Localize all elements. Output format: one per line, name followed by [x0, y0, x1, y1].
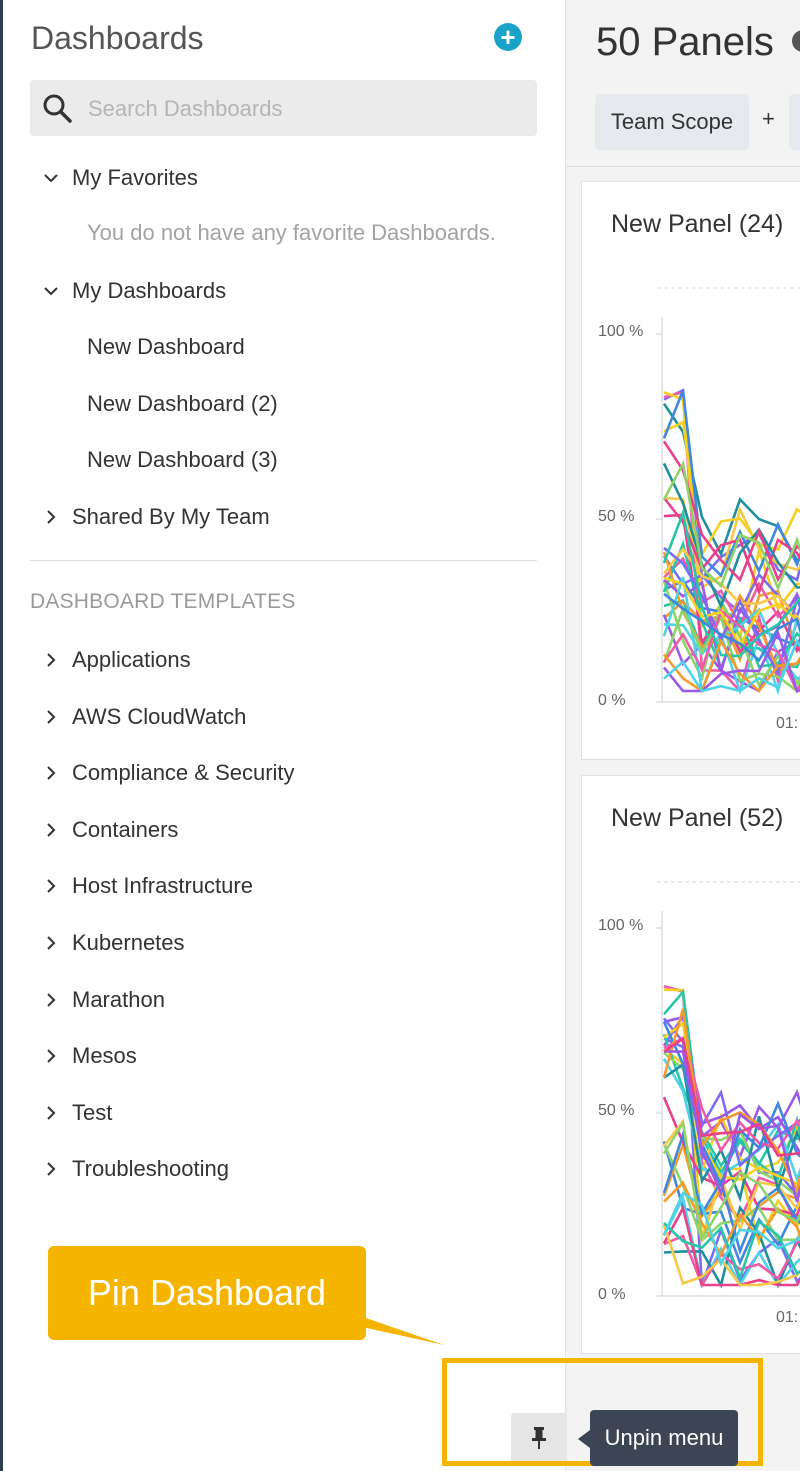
template-label: Compliance & Security [72, 760, 295, 786]
chevron-right-icon [47, 510, 56, 524]
template-label: Test [72, 1099, 113, 1125]
tree-label: Shared By My Team [72, 504, 270, 529]
dashboard-item[interactable]: New Dashboard (2) [87, 391, 278, 417]
unpin-menu-tooltip: Unpin menu [590, 1410, 738, 1466]
y-tick-label: 0 % [598, 692, 626, 709]
search-input[interactable] [86, 90, 520, 128]
y-tick-label: 100 % [598, 917, 644, 934]
pin-dashboard-callout: Pin Dashboard [48, 1246, 366, 1340]
y-tick-label: 50 % [598, 1102, 635, 1119]
tree-label: My Favorites [72, 165, 198, 190]
template-label: Marathon [72, 986, 165, 1012]
panel-card[interactable]: New Panel (24) 100 % 50 % 0 % 01: [581, 181, 800, 760]
template-label: Kubernetes [72, 930, 185, 955]
chevron-right-icon [47, 653, 56, 667]
dashboard-item[interactable]: New Dashboard [87, 334, 245, 360]
sidebar-title: Dashboards [31, 20, 204, 56]
chevron-right-icon [47, 992, 56, 1007]
favorites-empty-message: You do not have any favorite Dashboards. [87, 220, 496, 245]
chevron-down-icon [44, 174, 58, 183]
x-tick-label: 01: [776, 1309, 799, 1326]
panel-chart [656, 287, 800, 703]
search-box [30, 80, 537, 136]
chevron-right-icon [47, 1049, 56, 1063]
chevron-right-icon [47, 709, 56, 724]
team-scope-chip[interactable]: Team Scope [595, 94, 749, 150]
template-label: Containers [72, 816, 179, 842]
template-label: Mesos [72, 1043, 137, 1069]
chevron-right-icon [47, 766, 56, 780]
templates-heading: DASHBOARD TEMPLATES [30, 590, 296, 613]
chevron-right-icon [47, 1106, 56, 1120]
chevron-down-icon [44, 287, 58, 296]
panel-card[interactable]: New Panel (52) 100 % 50 % 0 % 01: [581, 775, 800, 1354]
tooltip-arrow [578, 1430, 590, 1448]
header-divider [566, 166, 800, 167]
y-tick-label: 50 % [598, 508, 635, 525]
scope-chip[interactable] [789, 94, 800, 150]
search-icon [43, 94, 72, 123]
chevron-right-icon [47, 1162, 56, 1177]
chevron-right-icon [47, 823, 56, 837]
chevron-right-icon [47, 879, 56, 894]
info-icon[interactable] [792, 30, 800, 52]
divider [30, 560, 537, 561]
y-tick-label: 100 % [598, 323, 644, 340]
template-label: AWS CloudWatch [72, 703, 247, 729]
template-label: Host Infrastructure [72, 873, 253, 899]
x-tick-label: 01: [776, 715, 799, 732]
template-label: Applications [72, 647, 191, 672]
page-title: 50 Panels [596, 20, 774, 64]
add-dashboard-button[interactable]: + [494, 23, 522, 51]
add-scope-button[interactable]: + [762, 106, 775, 132]
y-tick-label: 0 % [598, 1286, 626, 1303]
tree-label: My Dashboards [72, 278, 227, 303]
dashboard-item[interactable]: New Dashboard (3) [87, 447, 278, 473]
panel-chart [656, 881, 800, 1297]
chevron-right-icon [47, 936, 56, 950]
template-label: Troubleshooting [72, 1156, 229, 1182]
